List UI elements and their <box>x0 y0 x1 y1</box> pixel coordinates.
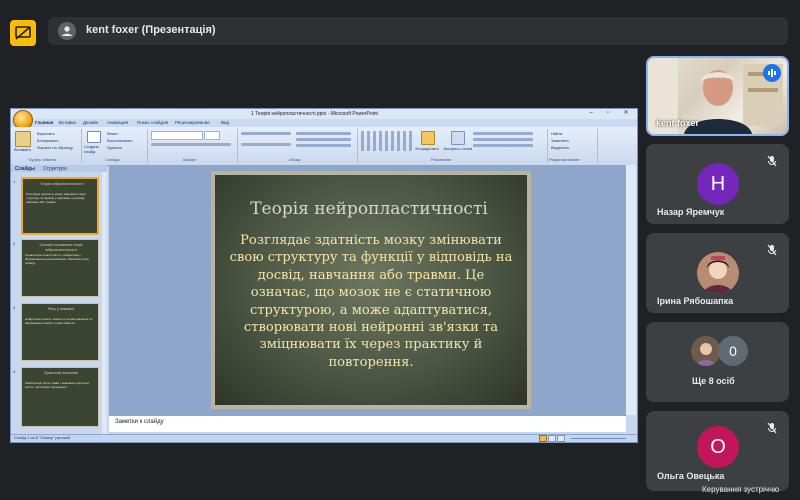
zoom-slider[interactable] <box>571 438 626 439</box>
ribbon-group-label: Абзац <box>289 157 301 162</box>
avatar: O <box>697 426 739 468</box>
ribbon-group-label: Рисование <box>431 157 452 162</box>
mic-off-icon <box>765 154 779 168</box>
ppt-tab-home[interactable]: Главная <box>35 120 53 125</box>
avatar: H <box>697 163 739 205</box>
participant-name: kent foxer <box>656 118 700 128</box>
cut-button[interactable]: Вырезать <box>37 131 55 136</box>
ppt-tab-review[interactable]: Рецензирование <box>175 120 210 125</box>
mic-off-icon <box>765 421 779 435</box>
text-direction-button[interactable] <box>296 132 351 135</box>
font-size-select[interactable] <box>204 131 220 140</box>
paste-icon[interactable] <box>15 131 31 147</box>
new-slide-button[interactable]: Создать слайд <box>84 144 104 154</box>
notes-pane[interactable] <box>109 415 626 432</box>
replace-button[interactable]: Заменить <box>551 138 569 143</box>
normal-view-icon[interactable] <box>539 435 547 442</box>
speaking-indicator-icon <box>763 64 781 82</box>
paste-button-label[interactable]: Вставить <box>14 147 31 152</box>
ribbon-group-label: Слайды <box>105 157 120 162</box>
thumb-body: Реабілітація після травм • Навчання прот… <box>25 381 89 389</box>
meeting-controls-label[interactable]: Керування зустріччю <box>702 485 779 494</box>
maximize-icon[interactable]: ▫ <box>603 110 613 117</box>
slide-thumbnail[interactable]: Практичне значення Реабілітація після тр… <box>21 367 99 427</box>
ribbon-group-label: Буфер обмена <box>29 157 57 162</box>
slide-thumbnail[interactable]: Основні положення теорії нейропластичнос… <box>21 239 99 297</box>
arrange-button[interactable]: Упорядочить <box>415 146 439 151</box>
participant-name: Ірина Рябошапка <box>657 296 734 306</box>
ppt-tab-animation[interactable]: Анимация <box>107 120 128 125</box>
quick-styles-button[interactable]: Экспресс-стили <box>443 146 472 151</box>
ribbon-group-label: Редактирование <box>549 157 580 162</box>
ppt-ribbon-tabs <box>11 119 637 127</box>
shapes-gallery[interactable] <box>361 131 415 151</box>
smartart-button[interactable] <box>296 144 351 147</box>
slideshow-view-icon[interactable] <box>557 435 565 442</box>
slide-body-text: Розглядає здатність мозку змінювати свою… <box>229 233 513 370</box>
slide-thumbnail[interactable]: Теорія нейропластичності Розглядає здатн… <box>21 177 99 235</box>
participant-name: Ольга Овецька <box>657 471 725 481</box>
select-button[interactable]: Выделить <box>551 145 569 150</box>
mic-off-icon <box>765 243 779 257</box>
layout-button[interactable]: Макет <box>107 131 118 136</box>
reset-button[interactable]: Восстановить <box>107 138 133 143</box>
copy-button[interactable]: Копировать <box>37 138 59 143</box>
ppt-tab-insert[interactable]: Вставка <box>59 120 76 125</box>
thumbnails-scrollbar[interactable] <box>102 172 107 434</box>
quick-styles-icon[interactable] <box>451 131 465 145</box>
align-buttons[interactable] <box>241 143 291 146</box>
slide-title: Теорія нейропластичності <box>250 199 488 219</box>
ppt-window-title: 1 Теорія нейропластичності.pptx - Micros… <box>251 111 378 117</box>
thumb-body: Нейропластичність лежить в основі навчан… <box>25 317 93 325</box>
more-participants-label: Ще 8 осіб <box>692 376 735 386</box>
thumb-title: Теорія нейропластичності <box>40 182 84 186</box>
thumb-number: 1 <box>13 179 16 184</box>
align-text-button[interactable] <box>296 138 351 141</box>
thumb-body: Розглядає здатність мозку змінювати свою… <box>26 192 86 204</box>
slide-thumbnail[interactable]: Роль у навчанні Нейропластичність лежить… <box>21 303 99 361</box>
avatar <box>697 252 739 294</box>
arrange-icon[interactable] <box>421 131 435 145</box>
thumb-title: Основні положення теорії нейропластичнос… <box>39 243 83 252</box>
participant-name: Назар Яремчук <box>657 207 725 217</box>
thumb-title: Роль у навчанні <box>47 307 75 311</box>
find-button[interactable]: Найти <box>551 131 562 136</box>
shape-outline-button[interactable] <box>473 138 533 141</box>
format-painter-button[interactable]: Формат по образцу <box>37 145 73 150</box>
thumb-number: 2 <box>13 241 16 246</box>
presenter-label: kent foxer (Презентація) <box>86 24 216 36</box>
thumb-title: Практичне значення <box>43 371 79 375</box>
avatar <box>691 336 721 366</box>
font-family-select[interactable] <box>151 131 203 140</box>
slide-scrollbar[interactable] <box>626 165 636 415</box>
close-icon[interactable]: ✕ <box>621 110 631 117</box>
new-slide-icon[interactable] <box>87 131 101 143</box>
avatar-count: 0 <box>718 336 748 366</box>
presentation-icon[interactable] <box>10 20 36 46</box>
shape-fill-button[interactable] <box>473 132 533 135</box>
delete-button[interactable]: Удалить <box>107 145 122 150</box>
thumb-number: 3 <box>13 305 16 310</box>
status-text: Слайд 1 из 8 "Galaxy" русский <box>14 435 70 440</box>
ppt-tab-design[interactable]: Дизайн <box>83 120 98 125</box>
thumb-number: 4 <box>13 369 16 374</box>
ppt-tab-view[interactable]: Вид <box>221 120 229 125</box>
sorter-view-icon[interactable] <box>548 435 556 442</box>
shared-screen-powerpoint: 1 Теорія нейропластичності.pptx - Micros… <box>10 108 638 443</box>
font-format-buttons[interactable] <box>151 143 231 146</box>
presenter-avatar <box>58 22 76 40</box>
list-buttons[interactable] <box>241 132 291 135</box>
minimize-icon[interactable]: – <box>586 110 596 117</box>
ribbon-group-label: Шрифт <box>183 157 197 162</box>
ppt-tab-slideshow[interactable]: Показ слайдов <box>137 120 168 125</box>
notes-placeholder: Заметки к слайду <box>115 419 164 425</box>
thumb-body: Синаптична пластичність • Нейрогенез • Ф… <box>25 253 89 265</box>
shape-effects-button[interactable] <box>473 144 533 147</box>
more-participants-tile[interactable] <box>646 322 789 402</box>
